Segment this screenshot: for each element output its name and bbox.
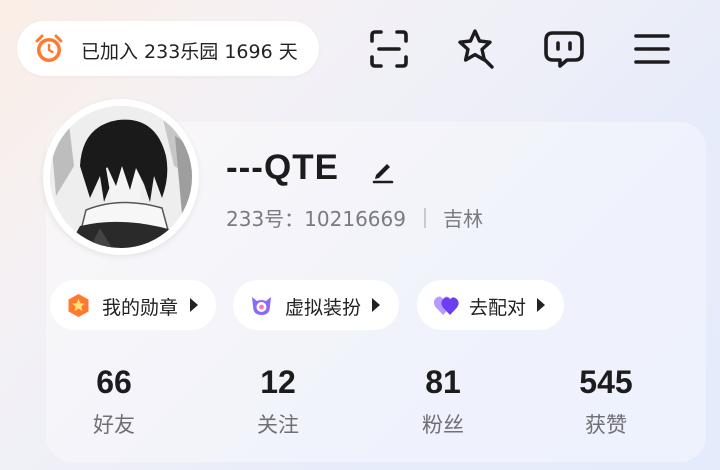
chip-label: 去配对 [469,297,527,319]
scan-icon[interactable] [366,26,412,72]
stat-label: 粉丝 [422,413,464,437]
match-hearts-icon [433,293,459,318]
chevron-right-icon [537,298,545,312]
stat-fans[interactable]: 81 粉丝 [383,360,503,439]
profile-meta: 233号：10216669 吉林 [226,203,483,232]
stat-label: 获赞 [585,413,627,437]
alarm-clock-icon [33,33,65,65]
stat-label: 关注 [257,413,299,437]
chip-virtual-dress-up[interactable]: 虚拟装扮 [233,280,399,330]
chip-label: 虚拟装扮 [285,297,362,319]
chevron-right-icon [190,298,198,312]
chevron-right-icon [372,298,380,312]
user-id: 233号：10216669 [226,207,406,231]
avatar[interactable] [43,99,199,255]
chip-label: 我的勋章 [102,297,179,319]
meta-divider [423,207,426,228]
user-location: 吉林 [442,207,483,231]
top-bar: 已加入 233乐园 1696 天 [0,0,720,100]
stat-value: 545 [579,364,633,400]
username: ---QTE [226,148,339,187]
stat-likes[interactable]: 545 获赞 [546,360,666,439]
chip-my-medals[interactable]: 我的勋章 [50,280,216,330]
medal-icon [66,293,91,318]
stat-friends[interactable]: 66 好友 [54,360,174,439]
menu-icon[interactable] [630,26,676,72]
stat-value: 81 [425,364,461,400]
message-icon[interactable] [541,26,587,72]
join-days-badge[interactable]: 已加入 233乐园 1696 天 [17,21,319,76]
stat-label: 好友 [93,413,135,437]
stat-value: 66 [96,364,132,400]
stat-following[interactable]: 12 关注 [218,360,338,439]
join-days-text: 已加入 233乐园 1696 天 [81,41,298,63]
star-favorites-icon[interactable] [453,26,499,72]
avatar-image [50,106,192,248]
edit-pencil-icon[interactable] [372,158,394,184]
chip-go-match[interactable]: 去配对 [417,280,564,330]
dress-up-icon [249,293,274,318]
stat-value: 12 [260,364,296,400]
